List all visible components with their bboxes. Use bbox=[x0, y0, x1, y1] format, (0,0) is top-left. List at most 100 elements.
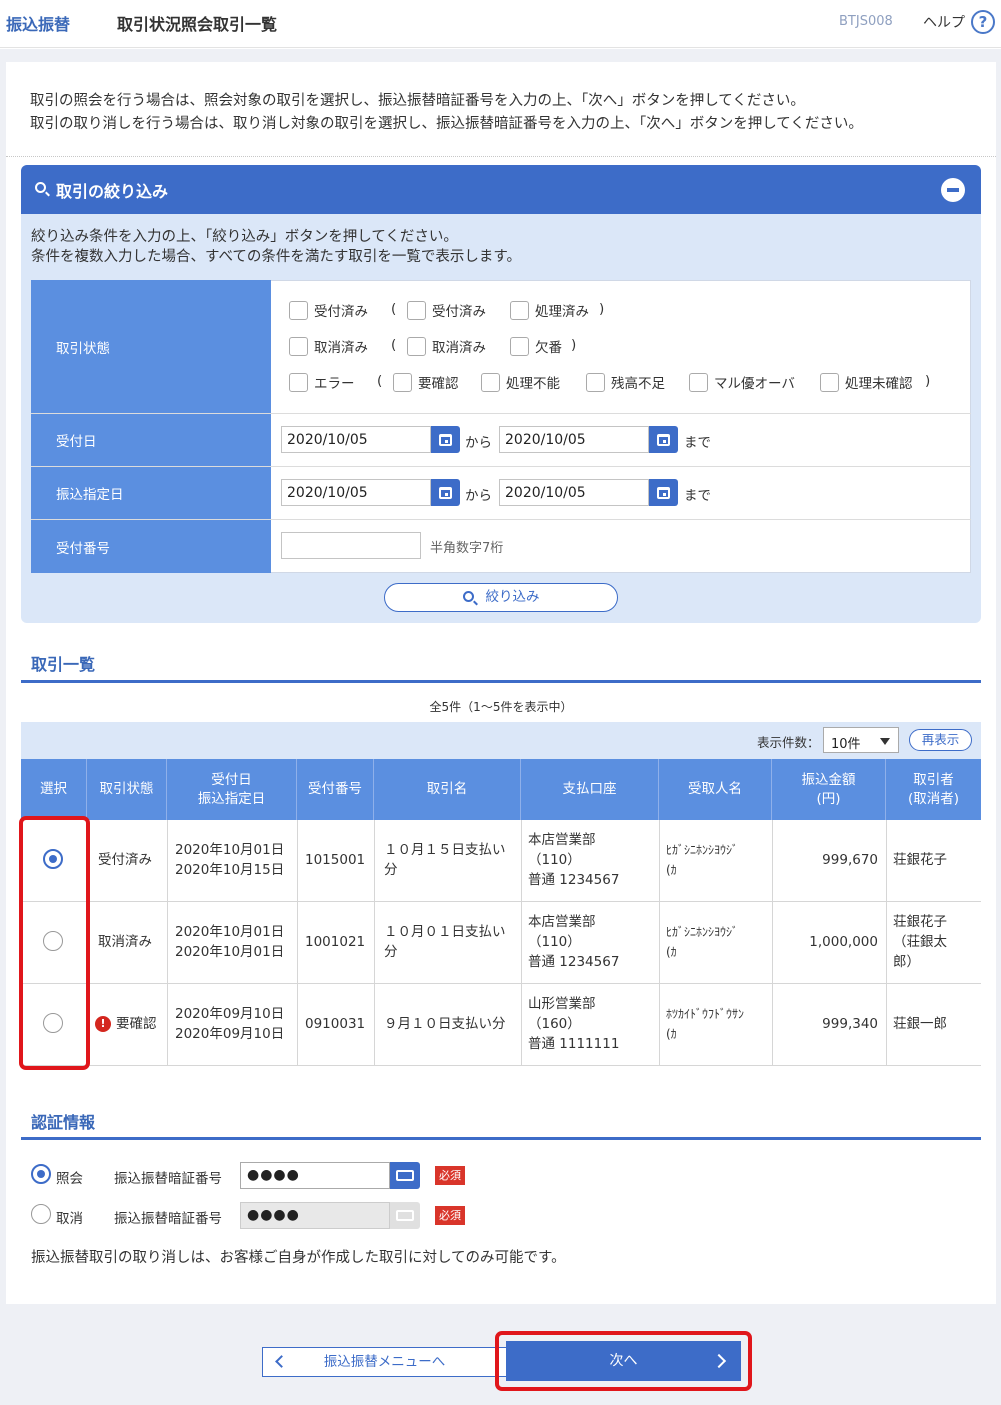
checkbox-label: 要確認 bbox=[418, 376, 459, 392]
checkbox-cancelled-sub[interactable]: 取消済み bbox=[407, 336, 486, 356]
checkbox-box[interactable] bbox=[407, 336, 426, 356]
accept-number-input[interactable] bbox=[281, 532, 421, 559]
row-account: 本店営業部 （110） 普通 1234567 bbox=[528, 830, 619, 890]
column-divider bbox=[167, 820, 168, 1066]
checkbox-processed[interactable]: 処理済み bbox=[510, 300, 589, 320]
calendar-icon[interactable] bbox=[649, 479, 678, 506]
checkbox-box[interactable] bbox=[289, 372, 308, 392]
transfer-date-to-input[interactable]: 2020/10/05 bbox=[499, 479, 649, 506]
divider bbox=[6, 156, 996, 157]
section-underline bbox=[21, 680, 981, 683]
pin-input-disabled: ●●●● bbox=[240, 1202, 390, 1229]
checkbox-box[interactable] bbox=[820, 372, 839, 392]
row-name-line-1: １０月０１日支払い bbox=[384, 924, 506, 940]
auth-inquiry-radio[interactable] bbox=[31, 1164, 51, 1184]
row-number: 1015001 bbox=[305, 852, 366, 868]
row-transfer-date: 2020年10月15日 bbox=[175, 862, 285, 878]
checkbox-label: 取消済み bbox=[432, 340, 486, 356]
checkbox-accepted[interactable]: 受付済み bbox=[289, 300, 368, 320]
filter-desc-line-1: 絞り込み条件を入力の上、「絞り込み」ボタンを押してください。 bbox=[31, 229, 458, 245]
checkbox-box[interactable] bbox=[689, 372, 708, 392]
checkbox-insufficient[interactable]: 残高不足 bbox=[586, 372, 665, 392]
back-button-label: 振込振替メニューへ bbox=[323, 1354, 446, 1370]
paren-open: ( bbox=[377, 373, 383, 389]
pin-input[interactable]: ●●●● bbox=[240, 1162, 390, 1189]
checkbox-box[interactable] bbox=[289, 336, 308, 356]
checkbox-box[interactable] bbox=[510, 300, 529, 320]
filter-desc-line-2: 条件を複数入力した場合、すべての条件を満たす取引を一覧で表示します。 bbox=[31, 249, 521, 265]
keyboard-icon[interactable] bbox=[390, 1162, 420, 1189]
column-divider bbox=[886, 820, 887, 1066]
intro-text: 取引の照会を行う場合は、照会対象の取引を選択し、振込振替暗証番号を入力の上、「次… bbox=[30, 90, 863, 136]
row-status: 取消済み bbox=[98, 934, 152, 950]
row-transfer-date: 2020年09月10日 bbox=[175, 1026, 285, 1042]
checkbox-error[interactable]: エラー bbox=[289, 372, 355, 392]
row-accept-date: 2020年10月01日 bbox=[175, 924, 285, 940]
per-page-select[interactable]: 10件 bbox=[823, 727, 899, 753]
col-amount-unit: (円) bbox=[816, 790, 841, 807]
accept-date-to-input[interactable]: 2020/10/05 bbox=[499, 426, 649, 453]
required-badge: 必須 bbox=[435, 1206, 465, 1225]
page-title: 取引状況照会取引一覧 bbox=[117, 15, 278, 34]
checkbox-box[interactable] bbox=[289, 300, 308, 320]
row-payee: ﾎﾂｶｲﾄﾞｳﾌﾄﾞｳｻﾝ (ｶ bbox=[666, 1004, 744, 1044]
row-user-line-2: （荘銀太 bbox=[893, 934, 947, 950]
to-label: まで bbox=[684, 488, 711, 504]
back-button[interactable]: 振込振替メニューへ bbox=[262, 1347, 507, 1377]
calendar-icon[interactable] bbox=[649, 426, 678, 453]
row-account-line-3: 普通 1234567 bbox=[528, 872, 620, 888]
checkbox-unconfirmed[interactable]: 処理未確認 bbox=[820, 372, 913, 392]
row-payee-line-1: ﾋｶﾞｼﾆﾎﾝｼﾖｳｼﾞ bbox=[666, 925, 739, 939]
row-payee-line-2: (ｶ bbox=[666, 945, 677, 959]
collapse-icon[interactable] bbox=[941, 178, 965, 202]
section-title: 振込振替 bbox=[6, 15, 71, 34]
col-accept-date: 受付日 bbox=[211, 771, 252, 788]
col-transfer-date: 振込指定日 bbox=[197, 790, 266, 807]
col-user: 取引者 (取消者) bbox=[886, 759, 981, 820]
row-accept-date: 2020年09月10日 bbox=[175, 1006, 285, 1022]
checkbox-label: 残高不足 bbox=[611, 376, 665, 392]
auth-cancel-radio[interactable] bbox=[31, 1204, 51, 1224]
col-number: 受付番号 bbox=[297, 759, 374, 820]
row-dates: 2020年10月01日 2020年10月01日 bbox=[175, 922, 284, 962]
transfer-date-from-input[interactable]: 2020/10/05 bbox=[281, 479, 431, 506]
paren-open: ( bbox=[391, 301, 397, 317]
checkbox-label: マル優オーバ bbox=[714, 376, 795, 392]
help-link[interactable]: ヘルプ bbox=[923, 12, 965, 32]
paren-open: ( bbox=[391, 337, 397, 353]
row-payee: ﾋｶﾞｼﾆﾎﾝｼﾖｳｼﾞ (ｶ bbox=[666, 840, 738, 880]
from-label: から bbox=[465, 488, 492, 504]
row-account-line-1: 本店営業部 bbox=[528, 914, 596, 930]
col-amount-label: 振込金額 bbox=[801, 771, 856, 788]
checkbox-label: 受付済み bbox=[432, 304, 486, 320]
auth-cancel-label: 取消 bbox=[56, 1211, 83, 1227]
keyboard-icon bbox=[390, 1202, 420, 1229]
redisplay-button[interactable]: 再表示 bbox=[909, 729, 972, 751]
checkbox-cancelled[interactable]: 取消済み bbox=[289, 336, 368, 356]
checkbox-over-limit[interactable]: マル優オーバ bbox=[689, 372, 795, 392]
column-divider bbox=[374, 820, 375, 1066]
filter-header[interactable]: 取引の絞り込み bbox=[21, 165, 981, 214]
row-name: １０月０１日支払い分 bbox=[384, 922, 506, 962]
row-amount: 999,670 bbox=[822, 852, 878, 868]
checkbox-label: 処理不能 bbox=[506, 376, 560, 392]
calendar-icon[interactable] bbox=[431, 479, 460, 506]
checkbox-missing[interactable]: 欠番 bbox=[510, 336, 562, 356]
row-user: 荘銀花子 bbox=[893, 850, 947, 870]
checkbox-box[interactable] bbox=[393, 372, 412, 392]
checkbox-unprocessable[interactable]: 処理不能 bbox=[481, 372, 560, 392]
required-badge: 必須 bbox=[435, 1166, 465, 1185]
filter-button[interactable]: 絞り込み bbox=[384, 583, 618, 612]
checkbox-box[interactable] bbox=[481, 372, 500, 392]
checkbox-needs-check[interactable]: 要確認 bbox=[393, 372, 459, 392]
checkbox-box[interactable] bbox=[407, 300, 426, 320]
calendar-icon[interactable] bbox=[431, 426, 460, 453]
accept-date-from-input[interactable]: 2020/10/05 bbox=[281, 426, 431, 453]
checkbox-box[interactable] bbox=[510, 336, 529, 356]
checkbox-accepted-sub[interactable]: 受付済み bbox=[407, 300, 486, 320]
selection-highlight bbox=[19, 816, 90, 1070]
help-icon[interactable]: ? bbox=[971, 10, 995, 34]
checkbox-box[interactable] bbox=[586, 372, 605, 392]
checkbox-label: 処理済み bbox=[535, 304, 589, 320]
accept-number-label: 受付番号 bbox=[31, 520, 271, 573]
